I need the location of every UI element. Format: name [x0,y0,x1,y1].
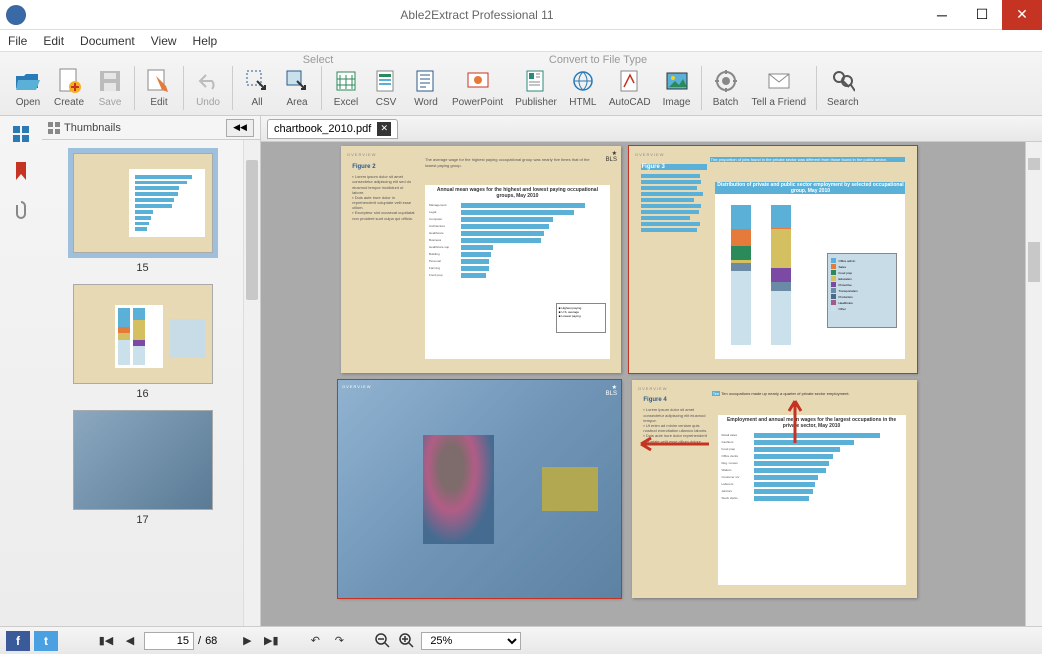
search-button[interactable]: Search [821,63,865,112]
undo-button: Undo [188,63,228,112]
page-sep: / [198,635,201,647]
attachments-icon[interactable] [9,198,33,222]
annotation-arrow-left [631,434,711,454]
section-select: Select [268,52,368,68]
page-15[interactable]: OVERVIEW ★BLS The average wage for the h… [341,146,621,373]
tab-close-icon[interactable]: ✕ [377,122,391,136]
thumbnail-16[interactable]: 16 [73,284,213,400]
next-page-button[interactable]: ▶ [237,631,257,651]
word-button[interactable]: Word [406,63,446,112]
section-convert: Convert to File Type [368,52,828,68]
excel-button[interactable]: Excel [326,63,366,112]
powerpoint-button[interactable]: PowerPoint [446,63,509,112]
document-tabs: chartbook_2010.pdf ✕ [261,116,1042,142]
all-button[interactable]: All [237,63,277,112]
twitter-button[interactable]: t [34,631,58,651]
zoom-out-button[interactable] [373,631,393,651]
minimize-button[interactable]: ─ [922,0,962,30]
bookmarks-icon[interactable] [9,160,33,184]
page-17[interactable]: OVERVIEW ★BLS [338,380,621,598]
document-tab[interactable]: chartbook_2010.pdf ✕ [267,119,398,139]
titlebar: Able2Extract Professional 11 ─ ☐ ✕ [0,0,1042,30]
menu-help[interactable]: Help [193,34,218,48]
open-button[interactable]: Open [8,63,48,112]
toolbar: Select Convert to File Type Open Create … [0,52,1042,116]
thumbnail-15[interactable]: 15 [68,148,218,274]
batch-button[interactable]: Batch [706,63,746,112]
page-input[interactable] [144,632,194,650]
publisher-button[interactable]: Publisher [509,63,563,112]
last-page-button[interactable]: ▶▮ [261,631,281,651]
annotation-arrow-up [785,395,805,445]
statusbar: f t ▮◀ ◀ / 68 ▶ ▶▮ ↶ ↷ 25% [0,626,1042,654]
menu-file[interactable]: File [8,34,27,48]
menubar: File Edit Document View Help [0,30,1042,52]
image-button[interactable]: Image [657,63,697,112]
prev-page-button[interactable]: ◀ [120,631,140,651]
tab-label: chartbook_2010.pdf [274,123,371,135]
menu-edit[interactable]: Edit [43,34,64,48]
rotate-ccw-button[interactable]: ↶ [305,631,325,651]
close-button[interactable]: ✕ [1002,0,1042,30]
zoom-in-button[interactable] [397,631,417,651]
page-16[interactable]: OVERVIEW The proportion of jobs found in… [629,146,917,373]
area-button[interactable]: Area [277,63,317,112]
window-title: Able2Extract Professional 11 [32,8,922,22]
app-icon [6,5,26,25]
first-page-button[interactable]: ▮◀ [96,631,116,651]
thumbnail-17[interactable]: 17 [73,410,213,526]
maximize-button[interactable]: ☐ [962,0,1002,30]
document-viewport[interactable]: OVERVIEW ★BLS The average wage for the h… [261,142,1025,626]
collapse-panel-button[interactable]: ◀◀ [226,119,254,137]
tell-friend-button[interactable]: Tell a Friend [746,63,812,112]
menu-document[interactable]: Document [80,34,135,48]
csv-button[interactable]: CSV [366,63,406,112]
thumbnails-mode-icon[interactable] [9,122,33,146]
menu-view[interactable]: View [151,34,177,48]
thumbnails-header: Thumbnails [48,122,226,134]
edit-button[interactable]: Edit [139,63,179,112]
thumbnails-scrollbar[interactable] [243,140,260,626]
zoom-select[interactable]: 25% [421,632,521,650]
document-scrollbar[interactable] [1025,142,1042,626]
page-18[interactable]: OVERVIEW Ten Ten occupations made up nea… [632,380,917,598]
rotate-cw-button[interactable]: ↷ [329,631,349,651]
autocad-button[interactable]: AutoCAD [603,63,657,112]
left-panel: Thumbnails ◀◀ 15 16 [0,116,261,626]
create-button[interactable]: Create [48,63,90,112]
html-button[interactable]: HTML [563,63,603,112]
total-pages: 68 [205,635,217,647]
save-button: Save [90,63,130,112]
facebook-button[interactable]: f [6,631,30,651]
thumbnails-list: 15 16 17 [42,140,243,626]
